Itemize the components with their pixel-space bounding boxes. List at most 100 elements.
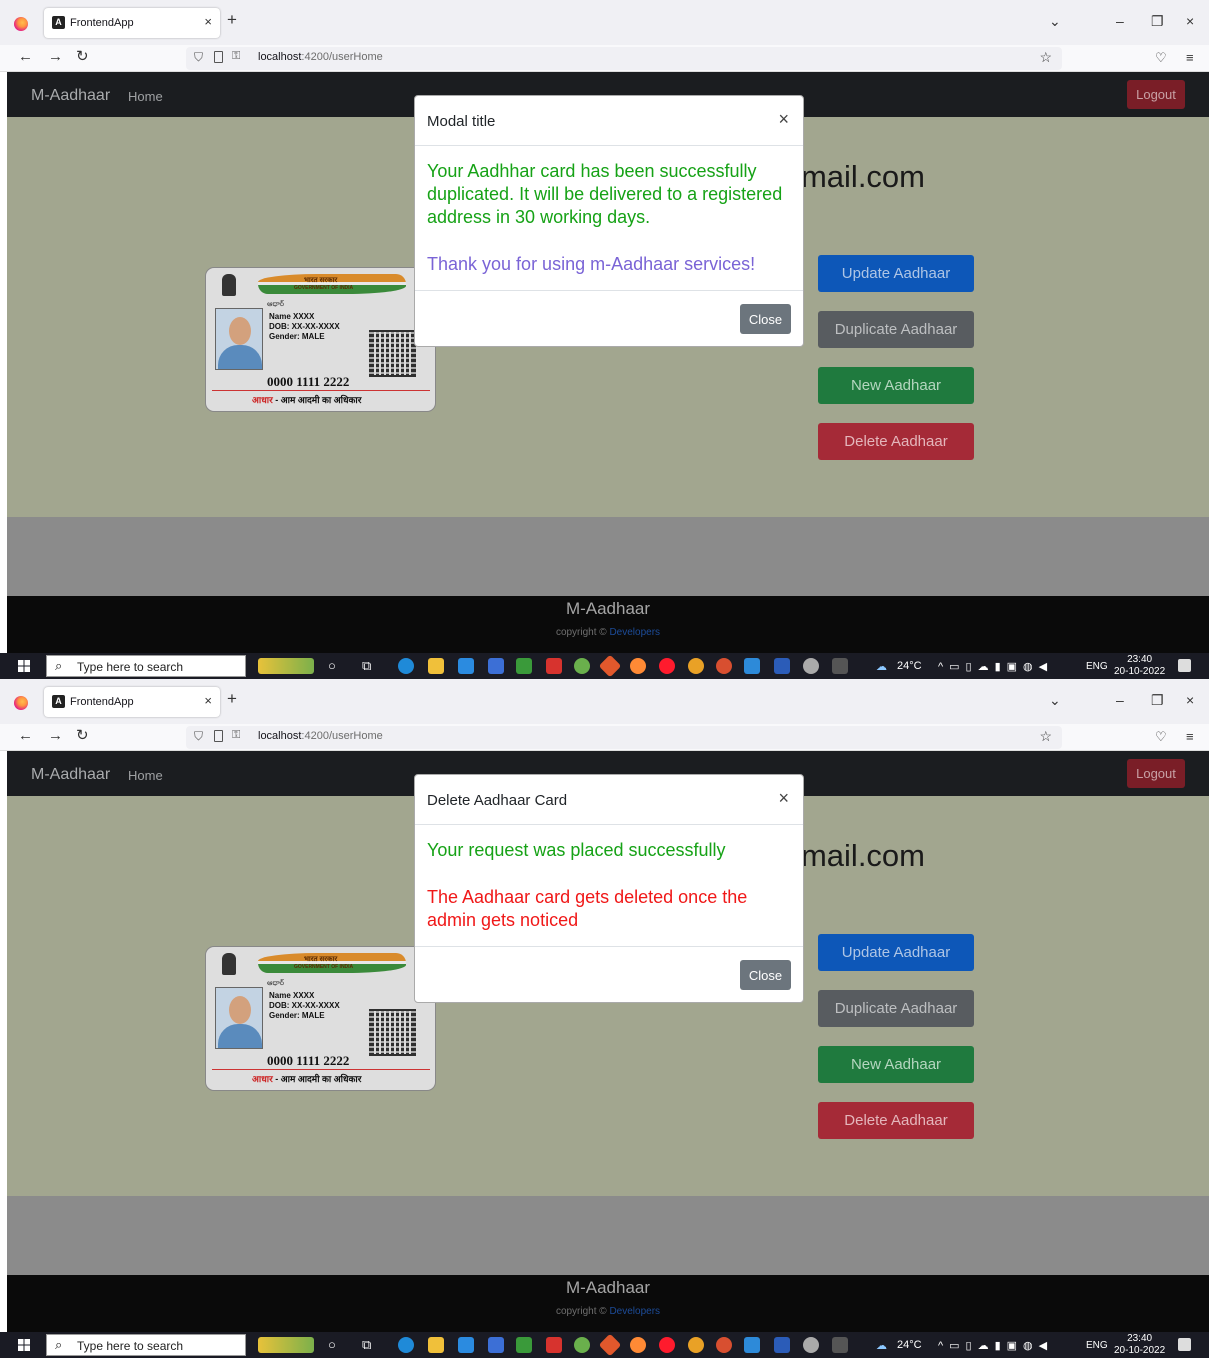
close-icon[interactable]: × xyxy=(778,109,789,130)
search-highlight-icon[interactable] xyxy=(258,658,314,674)
terminal-icon[interactable] xyxy=(832,658,848,674)
home-link[interactable]: Home xyxy=(128,89,163,104)
chrome-icon[interactable] xyxy=(716,658,732,674)
url-bar[interactable]: ⛉ ⚿ localhost:4200/userHome ☆ xyxy=(186,47,1062,70)
plus-icon[interactable]: + xyxy=(227,690,237,707)
weather-icon[interactable]: ☁ xyxy=(876,1339,887,1352)
task-view-icon[interactable]: ⧉ xyxy=(362,1337,371,1353)
cortana-icon[interactable]: ○ xyxy=(328,658,336,673)
app-icon[interactable] xyxy=(488,1337,504,1353)
close-icon[interactable]: × xyxy=(204,693,212,708)
edge-icon[interactable] xyxy=(398,1337,414,1353)
word-icon[interactable] xyxy=(774,1337,790,1353)
app-icon[interactable] xyxy=(546,1337,562,1353)
chrome-icon[interactable] xyxy=(688,658,704,674)
browser-tab[interactable]: A FrontendApp × xyxy=(44,8,220,38)
minimize-icon[interactable]: – xyxy=(1116,692,1124,708)
page-icon[interactable] xyxy=(214,730,223,742)
gear-icon[interactable] xyxy=(803,658,819,674)
reload-icon[interactable]: ↻ xyxy=(76,728,89,743)
weather-text[interactable]: 24°C xyxy=(897,660,922,672)
url-text[interactable]: localhost:4200/userHome xyxy=(258,730,383,742)
vscode-icon[interactable] xyxy=(744,658,760,674)
mail-icon[interactable] xyxy=(458,658,474,674)
pocket-icon[interactable]: ♡ xyxy=(1155,729,1167,745)
app-icon[interactable] xyxy=(516,1337,532,1353)
minimize-icon[interactable]: – xyxy=(1116,13,1124,29)
close-icon[interactable]: × xyxy=(1186,13,1194,29)
task-view-icon[interactable]: ⧉ xyxy=(362,658,371,674)
firefox-icon[interactable] xyxy=(630,1337,646,1353)
app-icon[interactable] xyxy=(488,658,504,674)
menu-icon[interactable]: ≡ xyxy=(1186,50,1194,65)
page-icon[interactable] xyxy=(214,51,223,63)
firefox-icon[interactable] xyxy=(14,17,28,31)
close-icon[interactable]: × xyxy=(204,14,212,29)
url-text[interactable]: localhost:4200/userHome xyxy=(258,51,383,63)
word-icon[interactable] xyxy=(774,658,790,674)
star-icon[interactable]: ☆ xyxy=(1039,728,1052,745)
windows-start-icon[interactable] xyxy=(18,660,30,672)
mail-icon[interactable] xyxy=(458,1337,474,1353)
git-icon[interactable] xyxy=(598,654,622,678)
chevron-down-icon[interactable]: ⌄ xyxy=(1049,13,1061,30)
notification-icon[interactable] xyxy=(1178,1338,1191,1351)
duplicate-aadhaar-button[interactable]: Duplicate Aadhaar xyxy=(818,311,974,348)
file-explorer-icon[interactable] xyxy=(428,1337,444,1353)
back-arrow-icon[interactable]: ← xyxy=(18,728,33,743)
file-explorer-icon[interactable] xyxy=(428,658,444,674)
gear-icon[interactable] xyxy=(803,1337,819,1353)
shield-icon[interactable]: ⛉ xyxy=(194,729,203,744)
new-aadhaar-button[interactable]: New Aadhaar xyxy=(818,367,974,404)
system-tray-icons[interactable]: ^▭▯☁▮▣◍◀ xyxy=(938,1339,1053,1352)
restore-icon[interactable]: ❐ xyxy=(1151,692,1164,709)
forward-arrow-icon[interactable]: → xyxy=(48,728,63,743)
key-icon[interactable]: ⚿ xyxy=(232,50,240,63)
cortana-icon[interactable]: ○ xyxy=(328,1337,336,1352)
weather-icon[interactable]: ☁ xyxy=(876,660,887,673)
duplicate-aadhaar-button[interactable]: Duplicate Aadhaar xyxy=(818,990,974,1027)
close-button[interactable]: Close xyxy=(740,960,791,990)
notification-icon[interactable] xyxy=(1178,659,1191,672)
close-icon[interactable]: × xyxy=(778,788,789,809)
delete-aadhaar-button[interactable]: Delete Aadhaar xyxy=(818,423,974,460)
taskbar-clock[interactable]: 23:40 20-10-2022 xyxy=(1114,654,1165,678)
back-arrow-icon[interactable]: ← xyxy=(18,49,33,64)
weather-text[interactable]: 24°C xyxy=(897,1339,922,1351)
taskbar-search[interactable]: ⌕ Type here to search xyxy=(46,655,246,677)
opera-icon[interactable] xyxy=(659,658,675,674)
system-tray-icons[interactable]: ^▭▯☁▮▣◍◀ xyxy=(938,660,1053,673)
language-indicator[interactable]: ENG xyxy=(1086,1340,1108,1351)
windows-start-icon[interactable] xyxy=(18,1339,30,1351)
update-aadhaar-button[interactable]: Update Aadhaar xyxy=(818,255,974,292)
firefox-icon[interactable] xyxy=(14,696,28,710)
pocket-icon[interactable]: ♡ xyxy=(1155,50,1167,66)
brand[interactable]: M-Aadhaar xyxy=(31,87,110,105)
logout-button[interactable]: Logout xyxy=(1127,80,1185,109)
developers-link[interactable]: Developers xyxy=(609,627,660,638)
update-aadhaar-button[interactable]: Update Aadhaar xyxy=(818,934,974,971)
chrome-icon[interactable] xyxy=(716,1337,732,1353)
close-icon[interactable]: × xyxy=(1186,692,1194,708)
delete-aadhaar-button[interactable]: Delete Aadhaar xyxy=(818,1102,974,1139)
taskbar-clock[interactable]: 23:40 20-10-2022 xyxy=(1114,1333,1165,1357)
key-icon[interactable]: ⚿ xyxy=(232,729,240,742)
firefox-icon[interactable] xyxy=(630,658,646,674)
vscode-icon[interactable] xyxy=(744,1337,760,1353)
forward-arrow-icon[interactable]: → xyxy=(48,49,63,64)
language-indicator[interactable]: ENG xyxy=(1086,661,1108,672)
taskbar-search[interactable]: ⌕ Type here to search xyxy=(46,1334,246,1356)
search-highlight-icon[interactable] xyxy=(258,1337,314,1353)
app-icon[interactable] xyxy=(574,1337,590,1353)
logout-button[interactable]: Logout xyxy=(1127,759,1185,788)
opera-icon[interactable] xyxy=(659,1337,675,1353)
plus-icon[interactable]: + xyxy=(227,11,237,28)
reload-icon[interactable]: ↻ xyxy=(76,49,89,64)
chevron-down-icon[interactable]: ⌄ xyxy=(1049,692,1061,709)
star-icon[interactable]: ☆ xyxy=(1039,49,1052,66)
chrome-icon[interactable] xyxy=(688,1337,704,1353)
new-aadhaar-button[interactable]: New Aadhaar xyxy=(818,1046,974,1083)
brand[interactable]: M-Aadhaar xyxy=(31,766,110,784)
terminal-icon[interactable] xyxy=(832,1337,848,1353)
url-bar[interactable]: ⛉ ⚿ localhost:4200/userHome ☆ xyxy=(186,726,1062,749)
